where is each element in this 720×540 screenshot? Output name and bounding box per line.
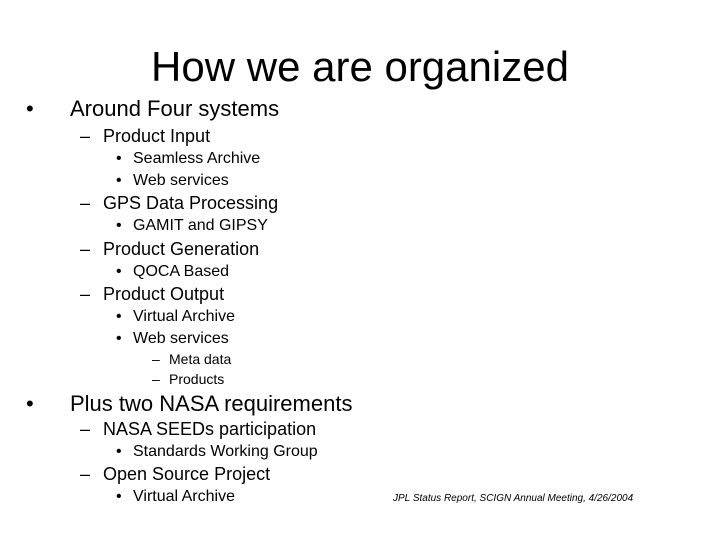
bullet-level2: – Product Input	[80, 127, 210, 145]
bullet-text: Products	[169, 371, 225, 387]
bullet-level3: • Seamless Archive	[116, 151, 260, 167]
dash-marker: –	[152, 351, 160, 367]
bullet-level2: – NASA SEEDs participation	[80, 420, 316, 438]
bullet-level3: • Virtual Archive	[116, 489, 235, 505]
slide-title: How we are organized	[151, 43, 569, 90]
bullet-marker: •	[116, 443, 122, 460]
bullet-level2: – Product Output	[80, 285, 224, 303]
bullet-text: Web services	[133, 330, 229, 347]
bullet-marker: •	[26, 391, 34, 416]
bullet-marker: •	[116, 172, 122, 189]
dash-marker: –	[80, 239, 91, 259]
bullet-text: Web services	[133, 172, 229, 189]
bullet-level3: • GAMIT and GIPSY	[116, 218, 268, 234]
bullet-level2: – GPS Data Processing	[80, 194, 278, 212]
bullet-marker: •	[116, 150, 122, 167]
bullet-level3: • QOCA Based	[116, 264, 229, 280]
bullet-level2: – Open Source Project	[80, 465, 270, 483]
dash-marker: –	[80, 419, 91, 439]
bullet-level3: • Web services	[116, 173, 229, 189]
dash-marker: –	[80, 464, 91, 484]
bullet-level3: • Web services	[116, 331, 229, 347]
slide-footer: JPL Status Report, SCIGN Annual Meeting,…	[393, 493, 634, 504]
bullet-text: Seamless Archive	[133, 150, 261, 167]
bullet-text: Virtual Archive	[133, 488, 235, 505]
bullet-marker: •	[116, 488, 122, 505]
dash-marker: –	[80, 284, 91, 304]
bullet-text: Standards Working Group	[133, 443, 318, 460]
bullet-marker: •	[116, 330, 122, 347]
bullet-level1: • Plus two NASA requirements	[26, 393, 352, 415]
bullet-marker: •	[116, 308, 122, 325]
bullet-marker: •	[116, 263, 122, 280]
dash-marker: –	[80, 193, 91, 213]
bullet-text: Around Four systems	[70, 96, 280, 121]
bullet-marker: •	[26, 96, 34, 121]
bullet-text: Open Source Project	[103, 464, 271, 484]
bullet-level3: • Standards Working Group	[116, 444, 318, 460]
bullet-text: Virtual Archive	[133, 308, 235, 325]
bullet-text: GAMIT and GIPSY	[133, 217, 268, 234]
dash-marker: –	[80, 126, 91, 146]
bullet-text: Plus two NASA requirements	[70, 391, 353, 416]
dash-marker: –	[152, 371, 160, 387]
bullet-level2: – Product Generation	[80, 240, 259, 258]
bullet-text: Product Output	[103, 284, 225, 304]
bullet-level1: • Around Four systems	[26, 98, 279, 120]
bullet-text: Meta data	[169, 351, 232, 367]
bullet-text: NASA SEEDs participation	[103, 419, 317, 439]
bullet-level4: – Products	[152, 372, 224, 386]
bullet-text: Product Input	[103, 126, 211, 146]
bullet-text: GPS Data Processing	[103, 193, 279, 213]
bullet-text: Product Generation	[103, 239, 260, 259]
bullet-marker: •	[116, 217, 122, 234]
bullet-level3: • Virtual Archive	[116, 309, 235, 325]
bullet-text: QOCA Based	[133, 263, 230, 280]
bullet-level4: – Meta data	[152, 352, 231, 366]
